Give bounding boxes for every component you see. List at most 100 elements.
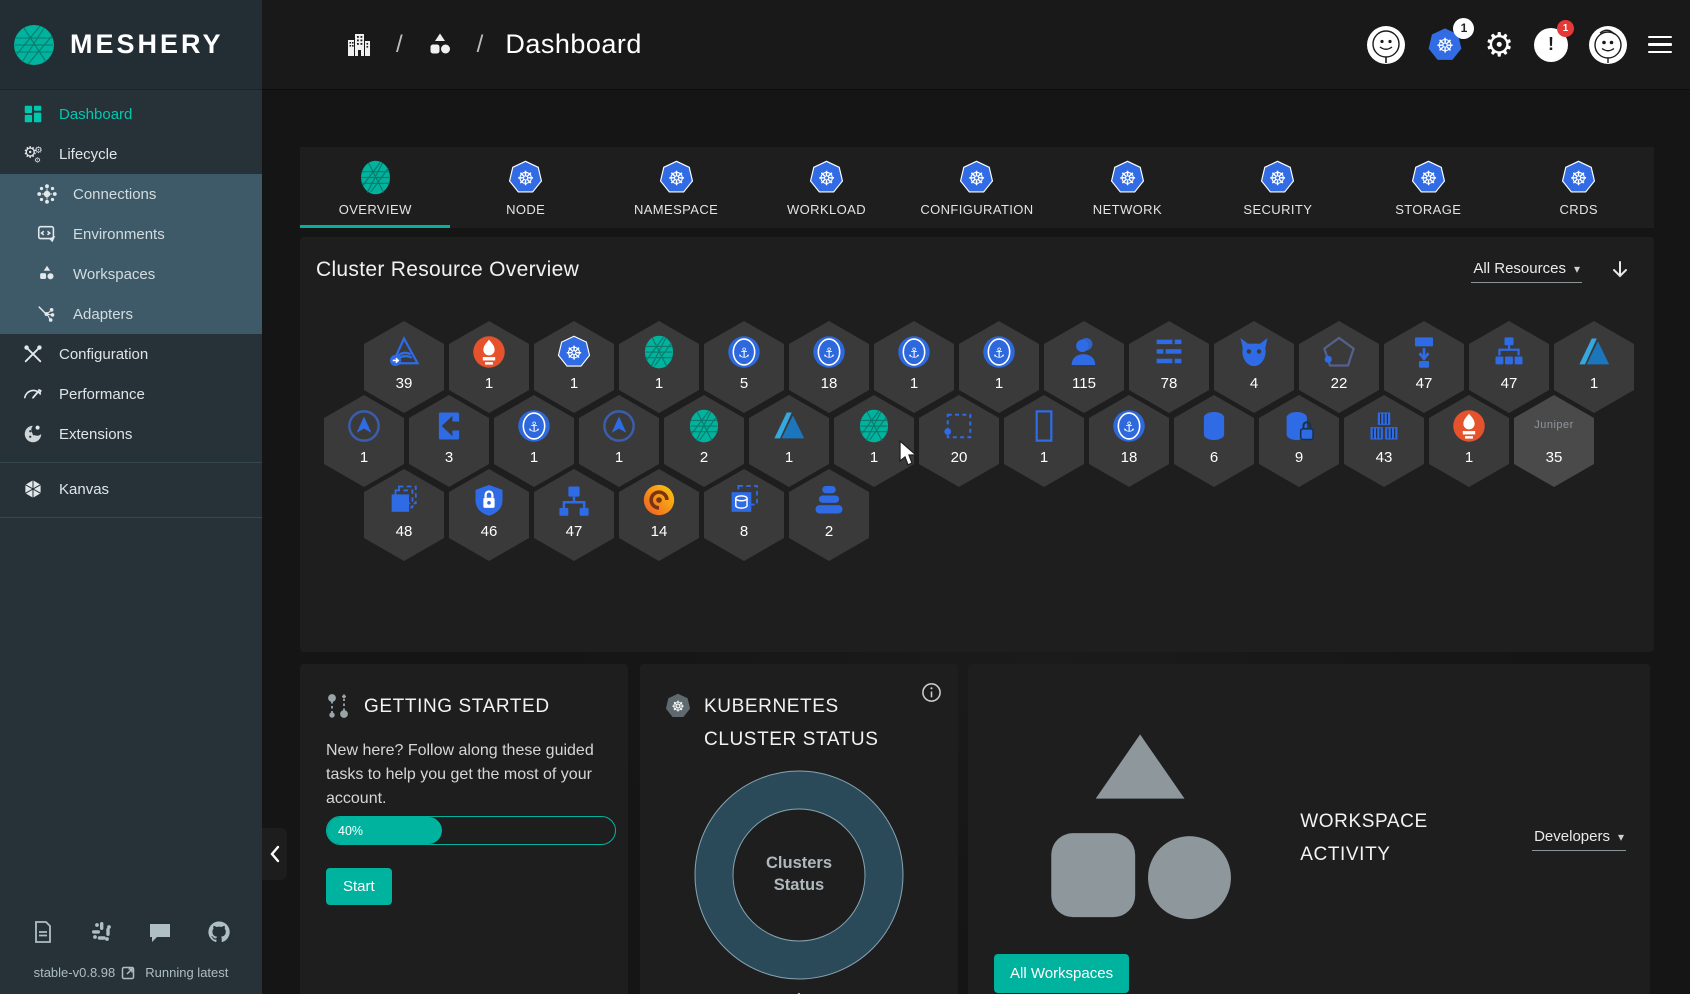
resource-hex-dashed-box[interactable]: 20 [919, 395, 999, 487]
workspace-icon[interactable] [425, 30, 455, 60]
sidebar-item-label: Kanvas [59, 480, 110, 498]
breadcrumb-separator: / [476, 30, 484, 58]
tab-label: CRDS [1559, 202, 1598, 217]
github-icon[interactable] [206, 919, 232, 945]
tab-node[interactable]: ☸ NODE [450, 147, 600, 228]
cert-manager-icon: ⚓ [516, 408, 552, 444]
milestones-icon [324, 692, 352, 720]
slack-icon[interactable] [89, 919, 115, 945]
hex-row-3: 48 46 47 14 8 2 [364, 469, 869, 561]
sidebar-item-dashboard[interactable]: Dashboard [0, 94, 262, 134]
sidebar-item-label: Connections [73, 185, 157, 203]
resource-hex-cylinder[interactable]: 6 [1174, 395, 1254, 487]
k8s-icon: ☸ [1410, 159, 1447, 196]
meshery-icon [686, 408, 722, 444]
resource-hex-tree[interactable]: 47 [534, 469, 614, 561]
svg-text:☸: ☸ [968, 167, 986, 190]
sidebar-item-environments[interactable]: Environments [0, 214, 262, 254]
resource-count: 46 [480, 523, 498, 540]
juniper-icon: Juniper [1534, 419, 1574, 431]
kubernetes-context-button[interactable]: ☸ 1 [1426, 17, 1475, 64]
sidebar-item-label: Adapters [73, 305, 134, 323]
sidebar-item-configuration[interactable]: Configuration [0, 334, 262, 374]
resource-count: 78 [1160, 375, 1178, 392]
notifications-button[interactable]: ! 1 [1534, 19, 1574, 62]
cluster-resource-overview-panel: Cluster Resource Overview All Resources … [300, 237, 1654, 652]
start-button[interactable]: Start [326, 868, 392, 905]
profile-avatar[interactable] [1588, 25, 1628, 65]
sidebar-item-extensions[interactable]: Extensions [0, 414, 262, 454]
resource-count: 43 [1375, 449, 1393, 466]
resource-hex-cylinder-lock[interactable]: 9 [1259, 395, 1339, 487]
resource-hex-prometheus[interactable]: 1 [1429, 395, 1509, 487]
resource-hex-layers[interactable]: 48 [364, 469, 444, 561]
resource-count: 1 [569, 375, 579, 392]
stack-icon [811, 482, 847, 518]
notification-count-badge: 1 [1557, 19, 1574, 37]
tab-security[interactable]: ☸ SECURITY [1203, 147, 1353, 228]
info-icon[interactable] [921, 682, 942, 703]
k8s-icon: ☸ [556, 334, 592, 370]
settings-button[interactable]: ⚙ [1484, 28, 1514, 61]
resource-hex-bricks[interactable]: 43 [1344, 395, 1424, 487]
user-avatar[interactable] [1366, 25, 1406, 65]
tab-network[interactable]: ☸ NETWORK [1052, 147, 1202, 228]
breadcrumb: / / Dashboard [262, 29, 642, 60]
resource-count: 6 [1209, 449, 1219, 466]
svg-text:☸: ☸ [818, 167, 836, 190]
resource-hex-juniper[interactable]: Juniper 35 [1514, 395, 1594, 487]
cluster-status-card: ☸ KUBERNETES CLUSTER STATUS Clusters Sta… [640, 664, 958, 994]
resource-count: 1 [1039, 449, 1049, 466]
sidebar-subnav: Connections Environments Workspaces Adapter… [0, 174, 262, 334]
main-content: OVERVIEW ☸ NODE ☸ NAMESPACE ☸ WORKLOAD ☸ CONFIGU… [262, 90, 1690, 994]
organization-icon[interactable] [344, 30, 374, 60]
sidebar-item-connections[interactable]: Connections [0, 174, 262, 214]
tab-crds[interactable]: ☸ CRDS [1504, 147, 1654, 228]
card-title: WORKSPACE ACTIVITY [1300, 810, 1428, 866]
sidebar-secondary-nav: Kanvas [0, 469, 262, 509]
sidebar-item-performance[interactable]: Performance [0, 374, 262, 414]
tab-storage[interactable]: ☸ STORAGE [1353, 147, 1503, 228]
resource-hex-grafana[interactable]: 14 [619, 469, 699, 561]
sidebar-collapse-button[interactable] [262, 828, 287, 880]
k8s-icon: ☸ [958, 159, 995, 196]
card-title: KUBERNETES CLUSTER STATUS [704, 696, 879, 751]
brand[interactable]: MESHERY [0, 0, 262, 90]
sidebar: MESHERY Dashboard ⚙ ⚙ ⚙ Lifecycle Connections… [0, 0, 262, 994]
tab-overview[interactable]: OVERVIEW [300, 147, 451, 228]
resource-hex-stack[interactable]: 2 [789, 469, 869, 561]
gear-icon: ⚙ [1484, 25, 1514, 64]
cert-manager-icon: ⚓ [811, 334, 847, 370]
svg-text:☸: ☸ [517, 167, 535, 190]
tab-workload[interactable]: ☸ WORKLOAD [751, 147, 901, 228]
resource-hex-db-layers[interactable]: 8 [704, 469, 784, 561]
sidebar-item-kanvas[interactable]: Kanvas [0, 469, 262, 509]
workspace-filter-select[interactable]: Developers ▾ [1532, 825, 1626, 852]
sidebar-item-lifecycle[interactable]: ⚙ ⚙ ⚙ Lifecycle [0, 134, 262, 174]
menu-icon[interactable] [1648, 35, 1672, 54]
sidebar-item-label: Lifecycle [59, 145, 118, 163]
bricks-icon [1366, 408, 1402, 444]
resource-count: 1 [869, 449, 879, 466]
chat-icon[interactable] [147, 919, 173, 945]
cert-manager-icon: ⚓ [981, 334, 1017, 370]
svg-text:☸: ☸ [671, 698, 684, 716]
version-link[interactable]: stable-v0.8.98 [34, 965, 136, 980]
sidebar-footer: stable-v0.8.98 Running latest [0, 919, 262, 994]
resource-hex-frame[interactable]: 1 [1004, 395, 1084, 487]
all-workspaces-button[interactable]: All Workspaces [994, 954, 1130, 993]
resource-count: 3 [444, 449, 454, 466]
tab-label: WORKLOAD [787, 202, 867, 217]
resource-count: 8 [739, 523, 749, 540]
resource-hex-cert-manager[interactable]: ⚓ 18 [1089, 395, 1169, 487]
workspace-activity-card: WORKSPACE ACTIVITY Developers ▾ Apr 25: … [968, 664, 1650, 994]
doc-icon[interactable] [30, 919, 56, 945]
download-icon[interactable] [1608, 258, 1632, 282]
resource-hex-shield-lock[interactable]: 46 [449, 469, 529, 561]
resource-filter-select[interactable]: All Resources ▾ [1471, 257, 1582, 283]
sidebar-item-workspaces[interactable]: Workspaces [0, 254, 262, 294]
tab-namespace[interactable]: ☸ NAMESPACE [601, 147, 751, 228]
sidebar-item-adapters[interactable]: Adapters [0, 294, 262, 334]
tab-configuration[interactable]: ☸ CONFIGURATION [902, 147, 1052, 228]
svg-text:⚓: ⚓ [823, 346, 835, 362]
